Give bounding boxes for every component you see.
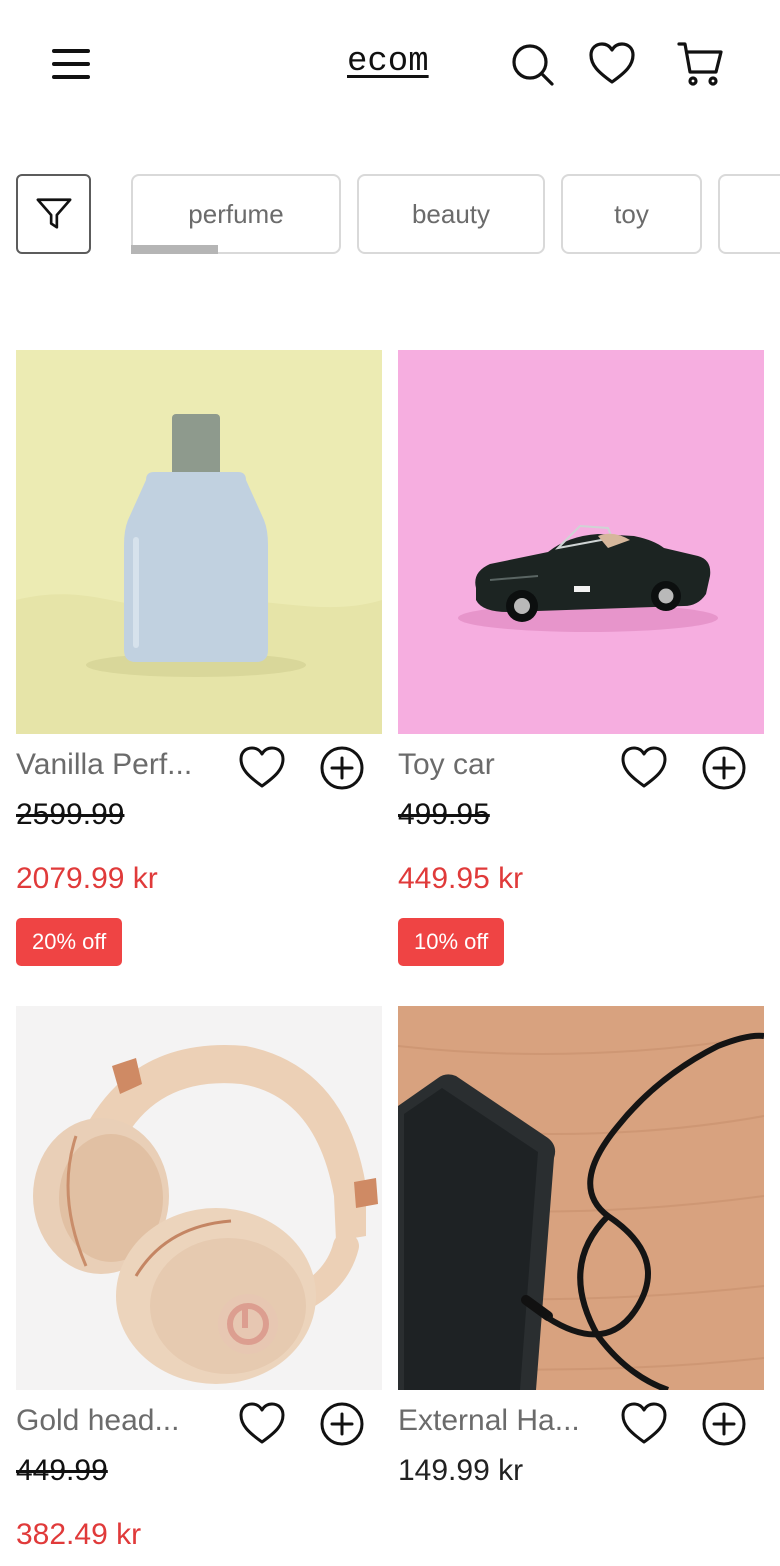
sale-price: 2079.99 kr (16, 862, 158, 895)
product-image-external-drive[interactable] (398, 1006, 764, 1390)
product-image-toy-car[interactable] (398, 350, 764, 734)
product-card[interactable]: Gold head... 449.99 382.49 kr (16, 1006, 382, 1566)
filter-button[interactable] (16, 174, 91, 254)
product-name[interactable]: Vanilla Perf... (16, 748, 231, 782)
favorite-heart-icon[interactable] (238, 744, 286, 792)
top-bar: ecom (0, 0, 780, 130)
cart-icon[interactable] (676, 40, 724, 88)
discount-badge: 20% off (16, 918, 123, 966)
add-to-cart-plus-icon[interactable] (700, 744, 748, 792)
product-card[interactable]: Toy car 499.95 449.95 kr 10% off (398, 350, 764, 970)
product-card[interactable]: Vanilla Perf... 2599.99 2079.99 kr 20% o… (16, 350, 382, 970)
favorite-heart-icon[interactable] (238, 1400, 286, 1448)
chip-more[interactable] (718, 174, 780, 254)
product-name[interactable]: Toy car (398, 748, 613, 782)
product-name[interactable]: Gold head... (16, 1404, 231, 1438)
menu-icon[interactable] (52, 44, 92, 84)
funnel-icon (36, 198, 71, 229)
sale-price: 449.95 kr (398, 862, 524, 895)
chip-scroll-indicator[interactable] (131, 245, 218, 254)
search-icon[interactable] (508, 40, 556, 88)
price: 149.99 kr (398, 1454, 524, 1487)
product-card[interactable]: External Ha... 149.99 kr (398, 1006, 764, 1566)
brand-logo[interactable]: ecom (347, 43, 429, 81)
chip-beauty[interactable]: beauty (357, 174, 545, 254)
product-image-headphones[interactable] (16, 1006, 382, 1390)
favorite-heart-icon[interactable] (620, 744, 668, 792)
chip-perfume[interactable]: perfume (131, 174, 341, 254)
product-image-perfume[interactable] (16, 350, 382, 734)
add-to-cart-plus-icon[interactable] (318, 1400, 366, 1448)
add-to-cart-plus-icon[interactable] (318, 744, 366, 792)
product-name[interactable]: External Ha... (398, 1404, 613, 1438)
heart-icon[interactable] (588, 40, 636, 88)
category-chip-row[interactable]: perfume beauty toy (131, 174, 780, 254)
favorite-heart-icon[interactable] (620, 1400, 668, 1448)
discount-badge: 10% off (398, 918, 505, 966)
original-price: 499.95 (398, 798, 490, 831)
sale-price: 382.49 kr (16, 1518, 142, 1551)
original-price: 449.99 (16, 1454, 108, 1487)
chip-toy[interactable]: toy (561, 174, 702, 254)
add-to-cart-plus-icon[interactable] (700, 1400, 748, 1448)
original-price: 2599.99 (16, 798, 125, 831)
